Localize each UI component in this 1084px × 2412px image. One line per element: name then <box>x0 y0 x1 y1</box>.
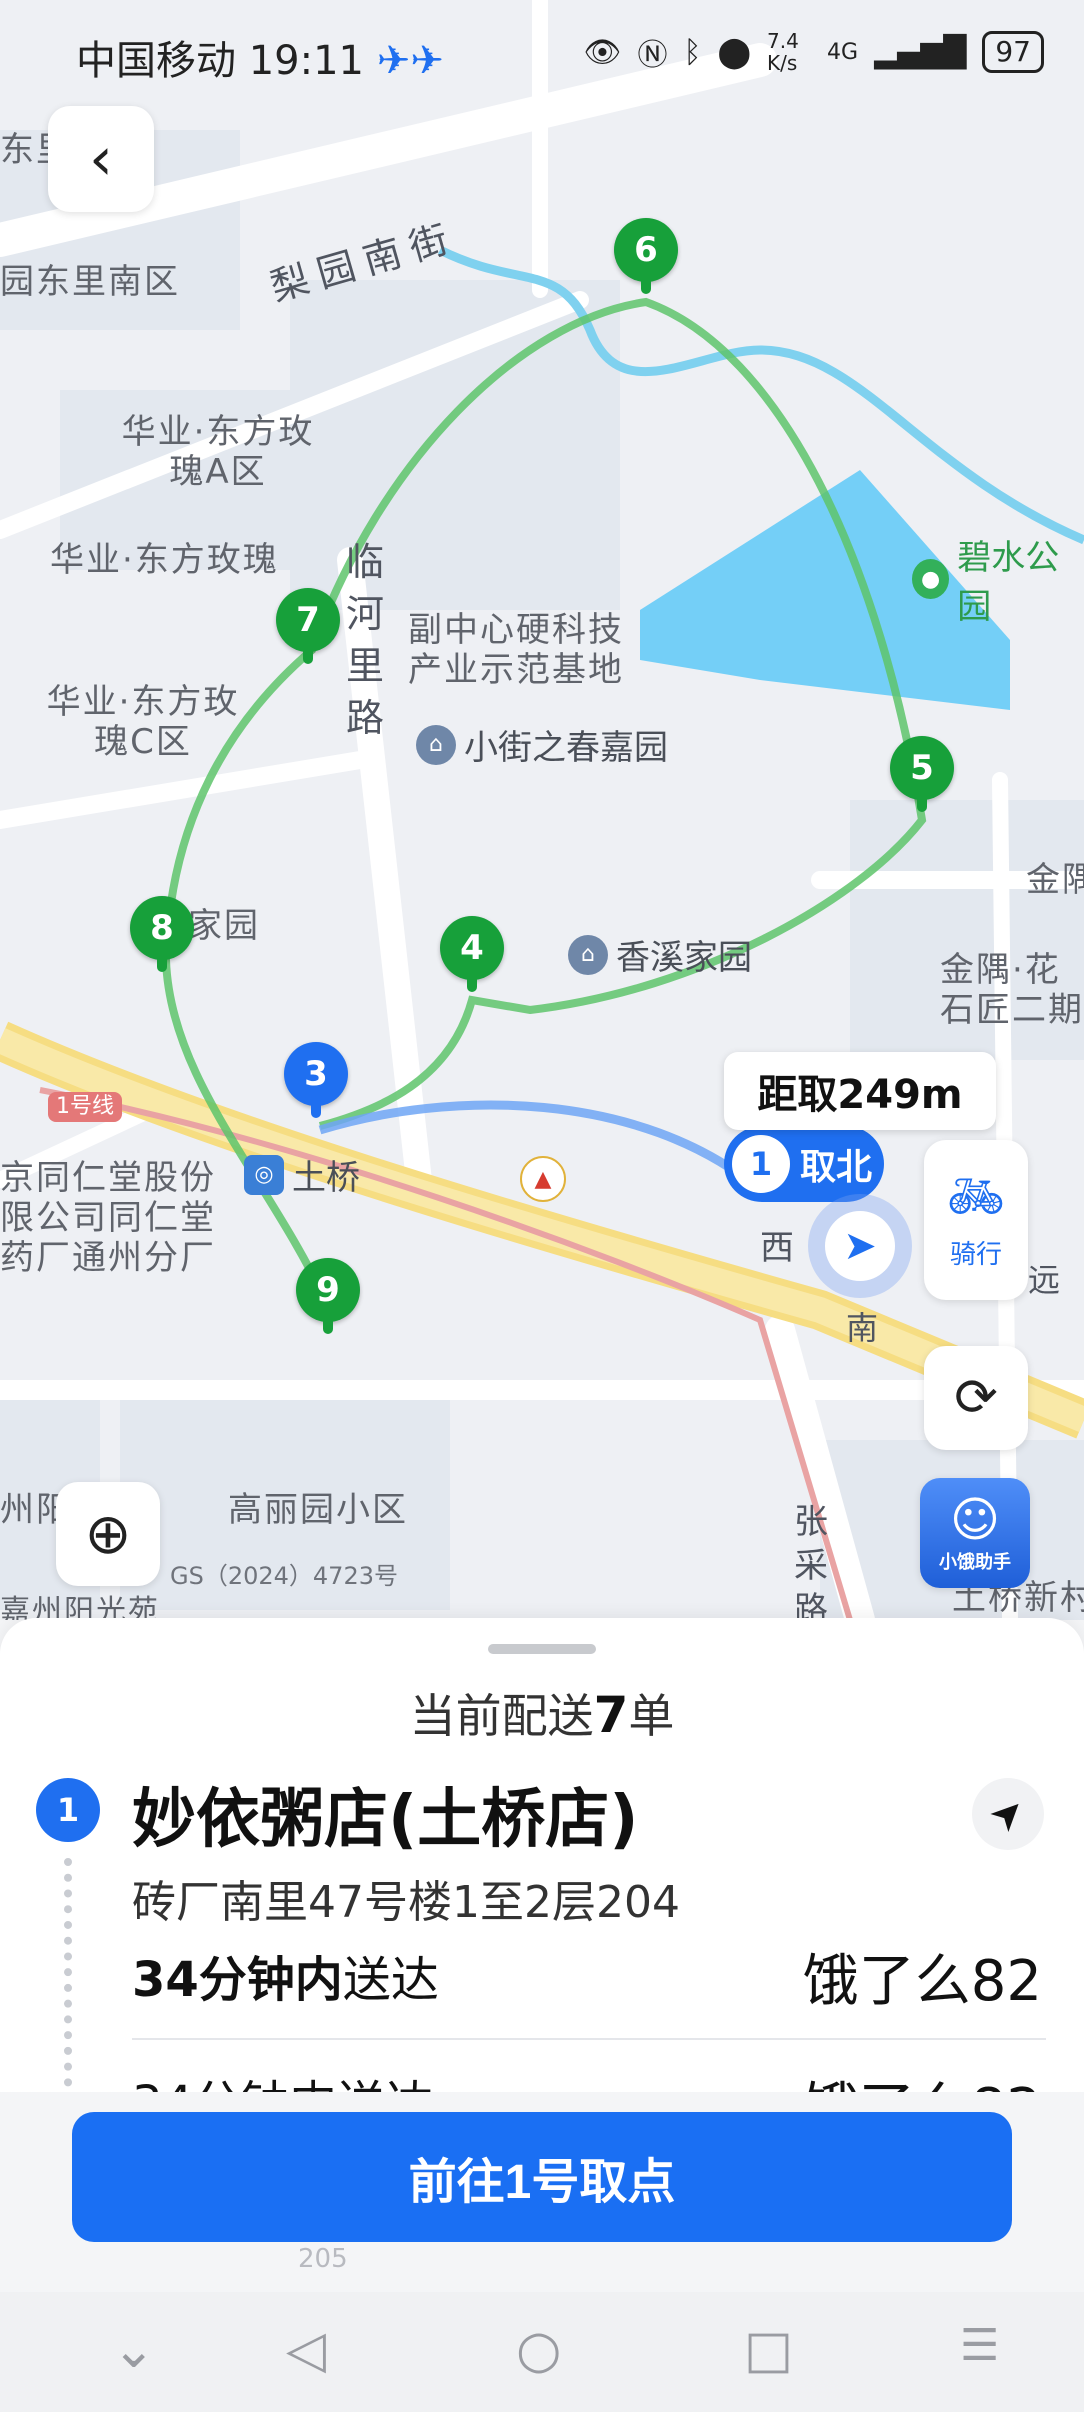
recents-nav-icon[interactable]: □ <box>744 2320 793 2380</box>
footer-number: 205 <box>298 2244 348 2274</box>
route-pin-9[interactable]: 9 <box>296 1258 360 1334</box>
refresh-button[interactable]: ⟳ <box>924 1346 1028 1450</box>
ride-mode-label: 骑行 <box>949 1240 1002 1270</box>
map-copyright: GS（2024）4723号 <box>170 1562 398 1590</box>
go-to-pickup-button[interactable]: 前往1号取点 <box>72 2112 1012 2242</box>
timeline-connector <box>64 1858 80 2118</box>
divider <box>132 2038 1046 2040</box>
route-pin-4[interactable]: 4 <box>440 916 504 992</box>
robot-icon: ☺ <box>949 1492 1001 1548</box>
poi-label: 碧水公园 <box>957 538 1060 627</box>
store-name[interactable]: 妙依粥店(土桥店) <box>132 1768 639 1860</box>
delivery-time: 34分钟内送达 <box>132 1940 439 2010</box>
area-label: 金隅 <box>1026 860 1084 900</box>
assistant-label: 小饿助手 <box>939 1552 1011 1573</box>
poi-xiaojie[interactable]: ⌂ 小街之春嘉园 <box>416 720 668 769</box>
area-label: 嘉州阳光苑 <box>0 1594 160 1620</box>
order-index-badge: 1 <box>36 1778 100 1842</box>
menu-icon[interactable]: ☰ <box>960 2320 999 2371</box>
pickup-label: 取北 <box>800 1147 873 1188</box>
delivery-summary: 当前配送7单 <box>0 1680 1084 1746</box>
metro-line-label: 1号线 <box>48 1092 122 1122</box>
location-icon: ⬤ <box>717 34 752 70</box>
platform-order-id: 饿了么82 <box>802 1949 1042 2014</box>
road-label: 张采路 <box>794 1502 828 1620</box>
system-nav-bar: ⌄ ◁ ○ □ ☰ <box>0 2292 1084 2412</box>
carrier-label: 中国移动 <box>76 38 236 84</box>
nfc-icon: Ⓝ <box>637 38 668 73</box>
status-bar: 中国移动 19:11 ✈✈ 👁︎ Ⓝ ᛒ ⬤ 7.4 K/s 4G ▂▄▆█ 9… <box>0 0 1084 110</box>
summary-prefix: 当前配送 <box>409 1689 594 1743</box>
area-label: 金隅·花石匠二期 <box>940 950 1084 1030</box>
home-nav-icon[interactable]: ○ <box>516 2320 561 2380</box>
pickup-index: 1 <box>732 1135 790 1193</box>
residence-icon: ⌂ <box>568 934 608 975</box>
locate-button[interactable]: ⊕ <box>56 1482 160 1586</box>
subway-icon: ◎ <box>244 1154 284 1195</box>
area-label: 高丽园小区 <box>228 1490 408 1530</box>
area-label: 华业·东方玫瑰C区 <box>46 682 240 762</box>
road-label: 临河里路 <box>346 540 385 740</box>
navigate-button[interactable]: ➤ <box>972 1778 1044 1850</box>
bluetooth-icon: ᛒ <box>683 34 702 70</box>
area-label: 华业·东方玫瑰A区 <box>121 412 315 492</box>
residence-icon: ⌂ <box>416 724 456 765</box>
navigate-arrow-icon: ➤ <box>979 1785 1037 1843</box>
status-icons: 👁︎ Ⓝ ᛒ ⬤ 7.4 K/s 4G ▂▄▆█ 97 <box>583 30 1044 74</box>
route-pin-5[interactable]: 5 <box>890 736 954 812</box>
delivery-time-bold: 34分钟内 <box>132 1952 343 2008</box>
back-arrow-icon: ‹ <box>89 124 113 194</box>
area-label: 华业·东方玫瑰 <box>50 540 279 580</box>
back-button[interactable]: ‹ <box>48 106 154 212</box>
eye-icon: 👁︎ <box>583 34 622 70</box>
clock: 19:11 <box>248 38 364 84</box>
summary-count: 7 <box>593 1686 629 1744</box>
poi-label: 土桥 <box>292 1158 360 1198</box>
navigate-arrow-icon: ➤ <box>825 1211 895 1281</box>
poi-tuqiao-station[interactable]: ◎ 土桥 <box>244 1150 360 1199</box>
distance-tag: 距取249m <box>724 1052 996 1130</box>
area-label: 园东里南区 <box>0 262 180 302</box>
road-label: 南 <box>846 1309 879 1347</box>
current-location-marker: ➤ <box>808 1194 912 1298</box>
store-address: 砖厂南里47号楼1至2层204 <box>132 1877 680 1928</box>
route-pin-3[interactable]: 3 <box>284 1042 348 1118</box>
delivery-time-rest: 送达 <box>342 1952 439 2008</box>
pickup-marker[interactable]: 1 取北 <box>724 1126 884 1202</box>
poi-label: 小街之春嘉园 <box>464 728 668 768</box>
signal-icon: ▂▄▆█ <box>874 34 967 70</box>
network-speed: 7.4 K/s <box>767 29 799 75</box>
refresh-icon: ⟳ <box>954 1368 998 1428</box>
road-label: 远 <box>1028 1261 1061 1299</box>
assistant-button[interactable]: ☺ 小饿助手 <box>920 1478 1030 1588</box>
gas-station-icon[interactable]: ▲ <box>520 1156 566 1202</box>
summary-suffix: 单 <box>628 1689 675 1743</box>
map-view[interactable]: 东里 园东里南区 华业·东方玫瑰A区 华业·东方玫瑰 华业·东方玫瑰C区 副中心… <box>0 0 1084 1620</box>
route-pin-6[interactable]: 6 <box>614 218 678 294</box>
poi-xiangxi[interactable]: ⌂ 香溪家园 <box>568 930 752 979</box>
battery-indicator: 97 <box>982 31 1044 73</box>
back-nav-icon[interactable]: ◁ <box>286 2320 326 2380</box>
route-pin-8[interactable]: 8 <box>130 896 194 972</box>
sheet-drag-handle[interactable] <box>488 1644 596 1654</box>
app-notification-icon: ✈✈ <box>376 38 444 84</box>
locate-icon: ⊕ <box>84 1501 132 1567</box>
area-label: 副中心硬科技产业示范基地 <box>408 610 624 690</box>
ride-mode-button[interactable]: 🚲︎ 骑行 <box>924 1140 1028 1300</box>
route-pin-7[interactable]: 7 <box>276 588 340 664</box>
park-icon: ● <box>912 559 950 599</box>
status-time: 中国移动 19:11 ✈✈ <box>76 28 444 86</box>
collapse-icon[interactable]: ⌄ <box>112 2320 156 2380</box>
poi-label: 家园 <box>188 906 260 946</box>
poi-label: 香溪家园 <box>616 938 752 978</box>
poi-bishui-park[interactable]: ● 碧水公园 <box>912 530 1084 628</box>
road-label: 西 <box>760 1228 794 1268</box>
area-label: 京同仁堂股份限公司同仁堂药厂通州分厂 <box>0 1158 216 1278</box>
bike-icon: 🚲︎ <box>946 1169 1006 1223</box>
network-type: 4G <box>827 39 859 65</box>
